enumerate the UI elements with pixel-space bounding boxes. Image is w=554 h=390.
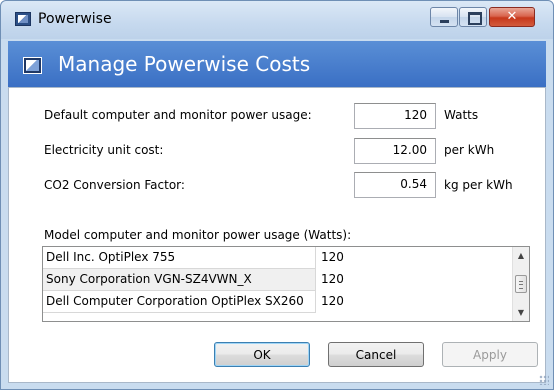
models-table: Dell Inc. OptiPlex 755 120 Sony Corporat… bbox=[42, 246, 530, 322]
header-app-icon bbox=[23, 57, 42, 74]
co2-factor-label: CO2 Conversion Factor: bbox=[44, 178, 185, 192]
minimize-button[interactable] bbox=[430, 7, 458, 27]
page-title: Manage Powerwise Costs bbox=[58, 52, 311, 76]
electricity-cost-label: Electricity unit cost: bbox=[44, 143, 164, 157]
model-watts-cell[interactable]: 120 bbox=[315, 269, 513, 291]
powerwise-window: Powerwise Manage Powerwise Costs Default… bbox=[0, 0, 554, 390]
resize-grip[interactable] bbox=[539, 375, 549, 385]
model-name-cell: Sony Corporation VGN-SZ4VWN_X bbox=[46, 272, 252, 286]
models-section-label: Model computer and monitor power usage (… bbox=[44, 228, 352, 242]
apply-button[interactable]: Apply bbox=[442, 342, 538, 367]
electricity-cost-unit: per kWh bbox=[444, 143, 495, 157]
powerwise-app-icon bbox=[15, 12, 31, 26]
table-scrollbar[interactable]: ▲ ▼ bbox=[512, 247, 529, 321]
co2-factor-unit: kg per kWh bbox=[444, 178, 513, 192]
window-title: Powerwise bbox=[38, 11, 112, 27]
model-watts-cell[interactable]: 120 bbox=[315, 291, 513, 313]
table-row[interactable]: Dell Inc. OptiPlex 755 120 bbox=[43, 247, 513, 269]
ok-button[interactable]: OK bbox=[214, 342, 310, 367]
model-name-cell: Dell Computer Corporation OptiPlex SX260 bbox=[46, 294, 304, 308]
maximize-button[interactable] bbox=[459, 7, 487, 27]
close-button[interactable] bbox=[489, 7, 535, 27]
cancel-button[interactable]: Cancel bbox=[328, 342, 424, 367]
default-power-label: Default computer and monitor power usage… bbox=[44, 108, 312, 122]
co2-factor-input[interactable]: 0.54 bbox=[354, 172, 436, 198]
table-row[interactable]: Dell Computer Corporation OptiPlex SX260… bbox=[43, 291, 513, 313]
default-power-unit: Watts bbox=[444, 108, 479, 122]
scroll-up-arrow-icon[interactable]: ▲ bbox=[513, 247, 529, 264]
electricity-cost-input[interactable]: 12.00 bbox=[354, 138, 436, 164]
scroll-down-arrow-icon[interactable]: ▼ bbox=[513, 304, 529, 321]
scroll-thumb[interactable] bbox=[515, 275, 527, 293]
default-power-input[interactable]: 120 bbox=[354, 103, 436, 129]
title-bar[interactable]: Powerwise bbox=[1, 1, 553, 39]
table-row[interactable]: Sony Corporation VGN-SZ4VWN_X 120 bbox=[43, 269, 513, 291]
model-name-cell: Dell Inc. OptiPlex 755 bbox=[46, 250, 176, 264]
model-watts-cell[interactable]: 120 bbox=[315, 247, 513, 269]
settings-panel: Default computer and monitor power usage… bbox=[8, 87, 546, 383]
